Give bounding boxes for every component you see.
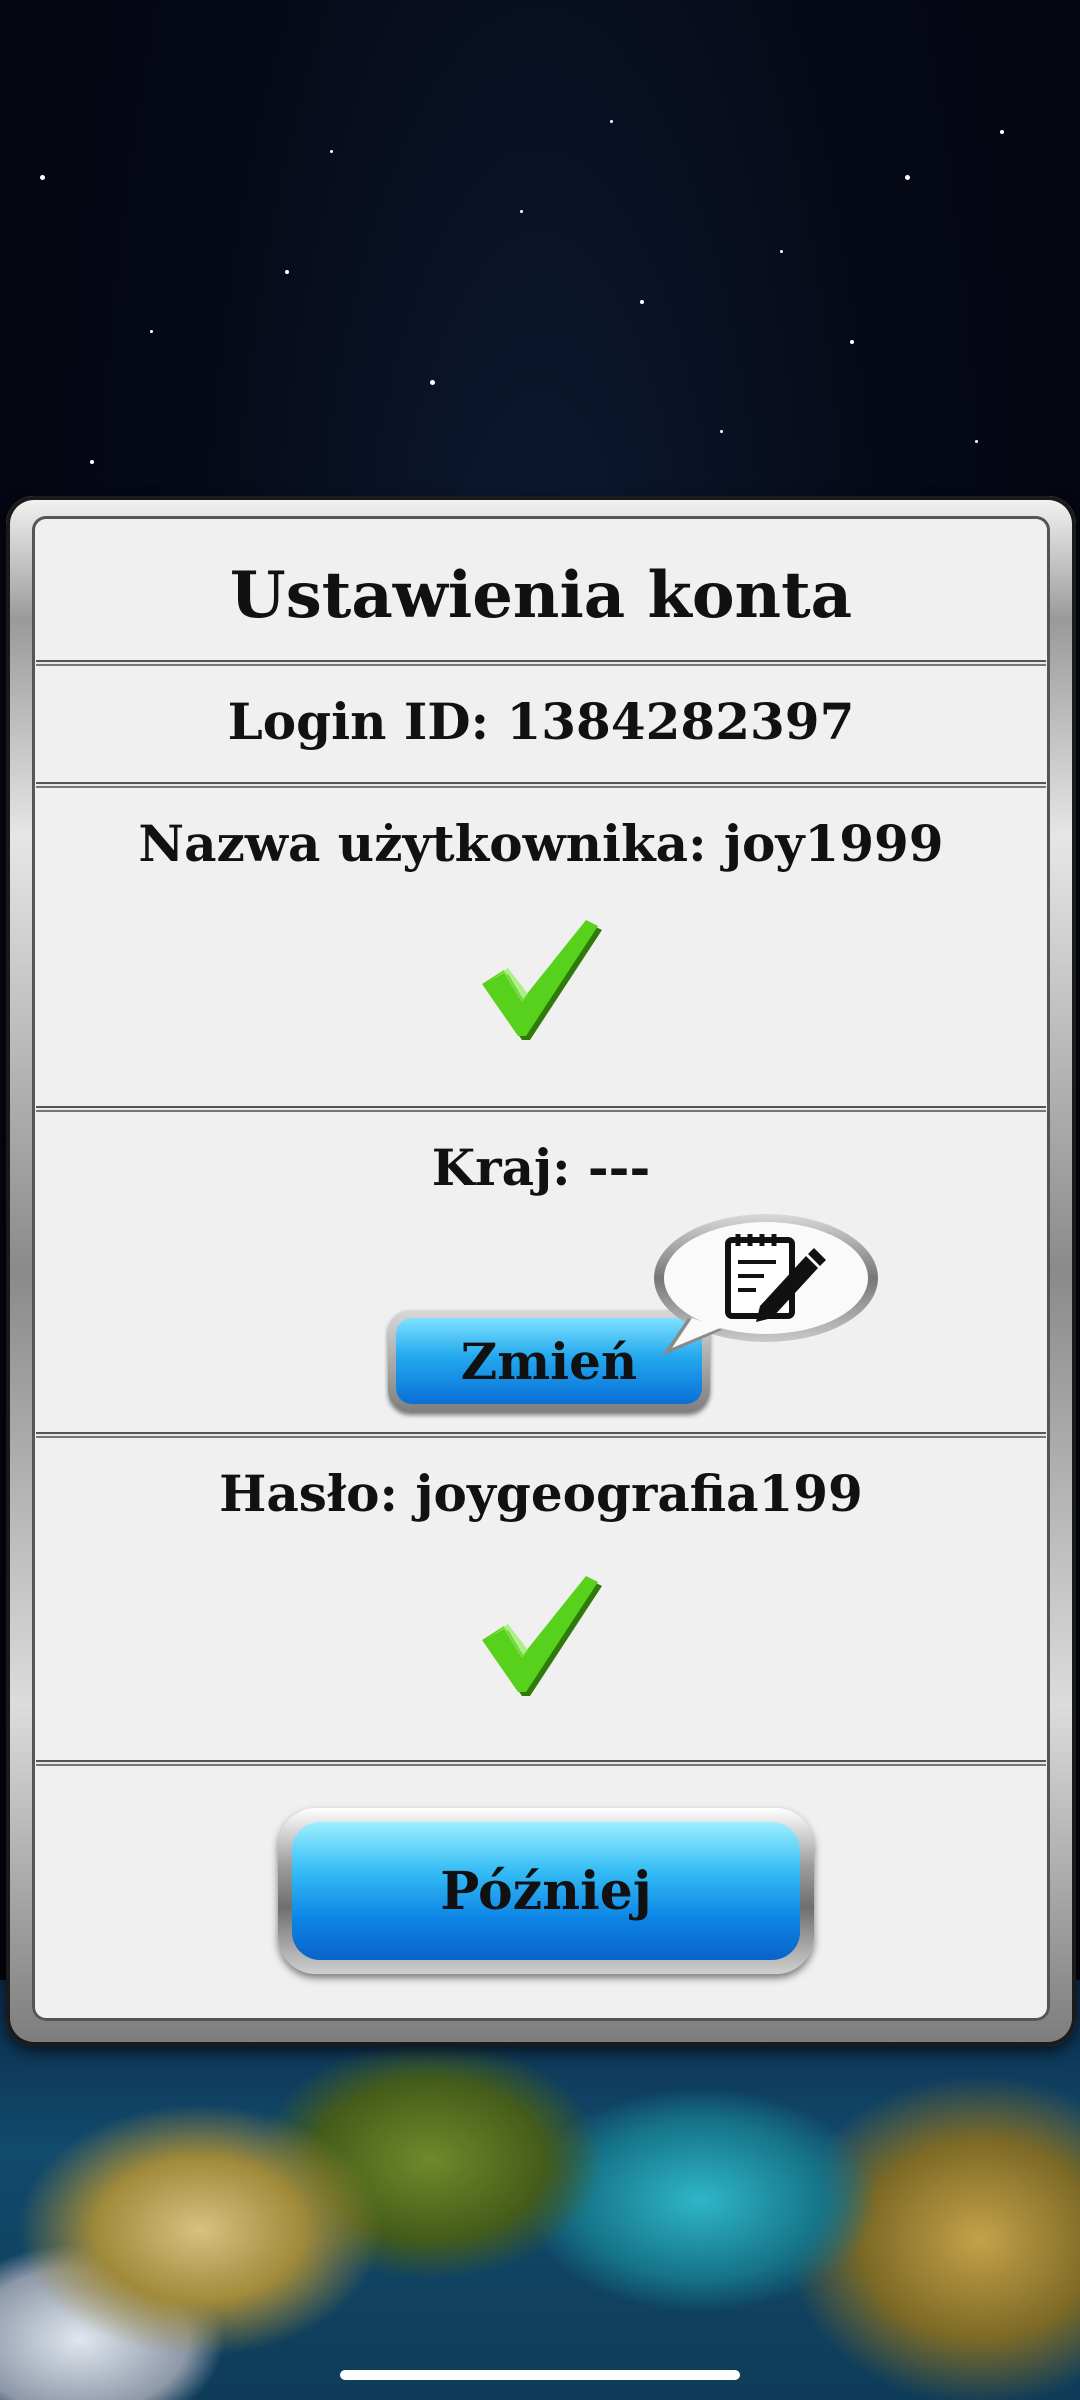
later-button-label[interactable]: Później (292, 1822, 800, 1960)
star (90, 460, 94, 464)
later-button[interactable]: Później (278, 1808, 814, 1974)
home-indicator[interactable] (340, 2370, 740, 2380)
username-text: Nazwa użytkownika: joy1999 (138, 814, 944, 873)
star (780, 250, 783, 253)
star (610, 120, 613, 123)
divider (36, 1432, 1046, 1438)
check-icon (482, 920, 602, 1040)
edit-note-icon[interactable] (648, 1210, 880, 1360)
account-settings-dialog: Ustawienia konta Login ID: 1384282397 Na… (6, 496, 1076, 2046)
star (1000, 130, 1004, 134)
star (520, 210, 523, 213)
star (640, 300, 644, 304)
star (720, 430, 723, 433)
star (330, 150, 333, 153)
login-id-text: Login ID: 1384282397 (227, 692, 855, 751)
check-icon (482, 1576, 602, 1696)
dialog-panel: Ustawienia konta Login ID: 1384282397 Na… (32, 516, 1050, 2021)
star (430, 380, 435, 385)
password-text: Hasło: joygeografia199 (219, 1464, 863, 1523)
star (850, 340, 854, 344)
divider (36, 1106, 1046, 1112)
divider (36, 782, 1046, 788)
divider (36, 1760, 1046, 1766)
divider (36, 660, 1046, 666)
star (40, 175, 45, 180)
star (975, 440, 978, 443)
dialog-title: Ustawienia konta (229, 558, 853, 633)
country-text: Kraj: --- (431, 1138, 651, 1197)
star (285, 270, 289, 274)
star (150, 330, 153, 333)
star (905, 175, 910, 180)
